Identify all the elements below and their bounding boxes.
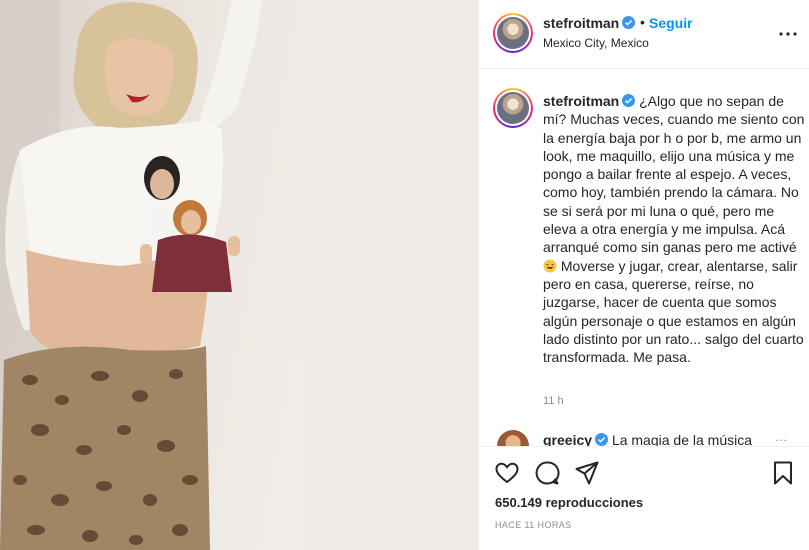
author-avatar[interactable] (493, 13, 533, 53)
commenter-username[interactable]: greeicy (543, 432, 592, 446)
caption-timestamp: 11 h (543, 395, 564, 407)
caption-text: ¿Algo que no sepan de mí? Muchas veces, … (543, 93, 805, 256)
comment-text: La magia de la música (611, 432, 753, 446)
laughing-emoji-icon (543, 259, 557, 273)
author-username[interactable]: stefroitman (543, 15, 636, 31)
author-username-text[interactable]: stefroitman (543, 15, 619, 31)
comments-section[interactable]: stefroitman ¿Algo que no sepan de mí? Mu… (479, 70, 809, 446)
post-sidebar: stefroitman • Seguir Mexico City, Mexico… (478, 0, 809, 550)
post-header: stefroitman • Seguir Mexico City, Mexico (479, 0, 809, 69)
caption-username[interactable]: stefroitman (543, 93, 619, 109)
header-separator: • (640, 14, 645, 30)
verified-badge-icon (622, 16, 636, 29)
verified-badge-icon (595, 433, 609, 446)
ellipsis-icon[interactable] (776, 22, 800, 46)
video-frame (0, 0, 478, 550)
post-video[interactable] (0, 0, 478, 550)
post-caption: stefroitman ¿Algo que no sepan de mí? Mu… (543, 92, 805, 366)
comment-icon[interactable] (533, 459, 561, 487)
bookmark-icon[interactable] (769, 459, 797, 487)
caption-author-avatar[interactable] (493, 88, 533, 128)
commenter-avatar[interactable] (497, 430, 529, 446)
post-actions: 650.149 reproducciones HACE 11 HORAS (479, 446, 809, 550)
follow-button[interactable]: Seguir (649, 15, 693, 31)
heart-icon[interactable] (493, 459, 521, 487)
caption-text-continued: Moverse y jugar, crear, alentarse, salir… (543, 257, 804, 366)
post-location[interactable]: Mexico City, Mexico (543, 36, 649, 50)
post-date[interactable]: HACE 11 HORAS (495, 520, 572, 530)
verified-badge-icon (622, 94, 636, 107)
view-count[interactable]: 650.149 reproducciones (495, 495, 643, 510)
share-icon[interactable] (573, 459, 601, 487)
comment-row: greeicy La magia de la música (543, 432, 752, 446)
comment-more[interactable]: ... (775, 430, 788, 444)
